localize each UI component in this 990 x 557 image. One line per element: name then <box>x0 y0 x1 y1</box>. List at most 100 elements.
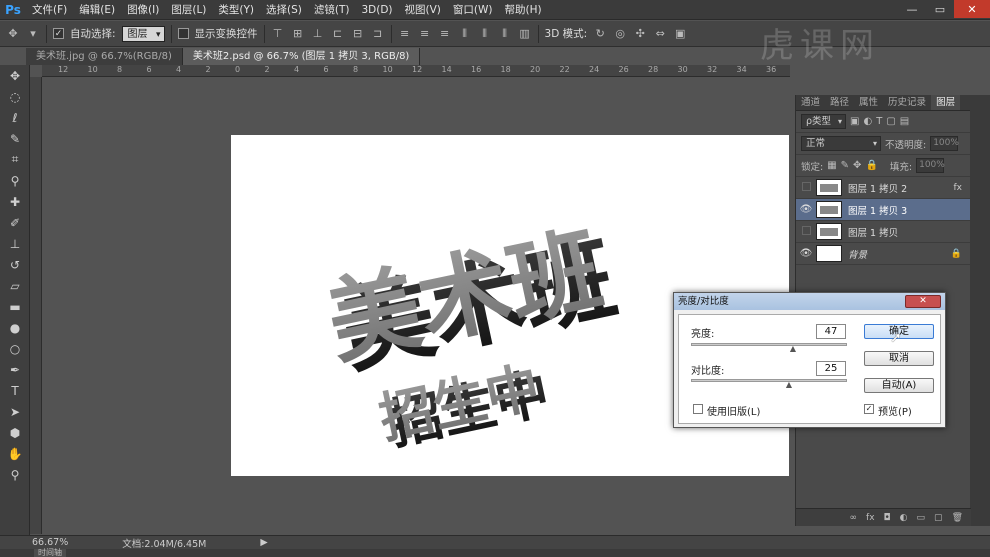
brightness-slider-thumb[interactable]: ▲ <box>789 345 797 353</box>
fx-icon[interactable]: fx <box>954 183 963 193</box>
distribute-vcenter-icon[interactable]: ≡ <box>418 27 432 41</box>
align-vcenter-icon[interactable]: ⊞ <box>291 27 305 41</box>
link-layers-icon[interactable]: ∞ <box>850 513 858 523</box>
auto-align-icon[interactable]: ▥ <box>518 27 532 41</box>
3d-drag-icon[interactable]: ✣ <box>633 27 647 41</box>
tab-jpg[interactable]: 美术班.jpg @ 66.7%(RGB/8) <box>26 48 183 65</box>
doc-info[interactable]: 文档:2.04M/6.45M <box>122 536 206 550</box>
menu-item[interactable]: 文件(F) <box>26 0 73 20</box>
layer-row[interactable]: 👁 背景 🔒 <box>796 243 970 265</box>
brightness-slider-track[interactable] <box>691 343 847 346</box>
align-hcenter-icon[interactable]: ⊟ <box>351 27 365 41</box>
lock-pixels-icon[interactable]: ✎ <box>841 160 849 171</box>
layer-style-icon[interactable]: fx <box>866 513 875 523</box>
menu-item[interactable]: 滤镜(T) <box>308 0 356 20</box>
menu-item[interactable]: 视图(V) <box>399 0 447 20</box>
3d-roll-icon[interactable]: ◎ <box>613 27 627 41</box>
brush-tool-icon[interactable]: ✐ <box>0 212 30 233</box>
auto-select-dropdown[interactable]: 图层 <box>121 25 165 43</box>
align-top-icon[interactable]: ⊤ <box>271 27 285 41</box>
filter-shape-icon[interactable]: ▢ <box>886 116 895 127</box>
new-layer-icon[interactable]: ▢ <box>934 513 943 523</box>
lock-all-icon[interactable]: 🔒 <box>865 160 877 171</box>
hand-tool-icon[interactable]: ✋ <box>0 443 30 464</box>
adjustment-layer-icon[interactable]: ◐ <box>900 513 908 523</box>
tab-psd[interactable]: 美术班2.psd @ 66.7% (图层 1 拷贝 3, RGB/8) <box>182 48 421 65</box>
pen-tool-icon[interactable]: ✒ <box>0 359 30 380</box>
distribute-hcenter-icon[interactable]: ⫴ <box>478 27 492 41</box>
lock-transparent-icon[interactable]: ▦ <box>827 160 836 171</box>
zoom-level[interactable]: 66.67% <box>32 537 68 548</box>
dialog-close-button[interactable]: ✕ <box>905 295 941 308</box>
legacy-checkbox[interactable] <box>693 404 703 414</box>
tab-history[interactable]: 历史记录 <box>883 95 931 110</box>
history-brush-icon[interactable]: ↺ <box>0 254 30 275</box>
filter-type-icon[interactable]: T <box>876 116 882 127</box>
show-transform-checkbox[interactable] <box>177 28 189 39</box>
menu-item[interactable]: 3D(D) <box>355 0 398 20</box>
auto-button[interactable]: 自动(A) <box>864 378 934 393</box>
distribute-right-icon[interactable]: ⫴ <box>498 27 512 41</box>
stamp-tool-icon[interactable]: ⊥ <box>0 233 30 254</box>
new-group-icon[interactable]: ▭ <box>917 513 926 523</box>
cancel-button[interactable]: 取消 <box>864 351 934 366</box>
brightness-input[interactable]: 47 <box>816 324 846 339</box>
dodge-tool-icon[interactable]: ○ <box>0 338 30 359</box>
filter-smart-icon[interactable]: ▤ <box>900 116 909 127</box>
eye-icon[interactable]: 👁 <box>796 248 816 259</box>
eraser-tool-icon[interactable]: ▱ <box>0 275 30 296</box>
blur-tool-icon[interactable]: ● <box>0 317 30 338</box>
lock-position-icon[interactable]: ✥ <box>853 160 861 171</box>
filter-pixel-icon[interactable]: ▣ <box>850 116 859 127</box>
delete-layer-icon[interactable]: 🗑 <box>952 513 963 523</box>
visibility-toggle[interactable] <box>796 181 816 194</box>
tab-layers[interactable]: 图层 <box>931 95 961 110</box>
menu-item[interactable]: 帮助(H) <box>499 0 548 20</box>
layer-row[interactable]: 图层 1 拷贝 2 fx <box>796 177 970 199</box>
layer-row[interactable]: 图层 1 拷贝 <box>796 221 970 243</box>
crop-tool-icon[interactable]: ⌗ <box>0 149 30 170</box>
menu-item[interactable]: 窗口(W) <box>447 0 499 20</box>
tab-properties[interactable]: 属性 <box>854 95 883 110</box>
align-bottom-icon[interactable]: ⊥ <box>311 27 325 41</box>
layer-filter-dropdown[interactable]: ρ类型 <box>801 114 847 129</box>
tab-channels[interactable]: 通道 <box>796 95 825 110</box>
move-tool-icon[interactable]: ✥ <box>6 27 20 41</box>
fill-field[interactable]: 100% <box>916 158 945 173</box>
vertical-ruler[interactable] <box>30 77 42 534</box>
add-mask-icon[interactable]: ◘ <box>884 513 891 523</box>
gradient-tool-icon[interactable]: ▬ <box>0 296 30 317</box>
zoom-tool-icon[interactable]: ⚲ <box>0 464 30 485</box>
menu-item[interactable]: 类型(Y) <box>212 0 260 20</box>
auto-select-checkbox[interactable]: ✓ <box>53 28 64 39</box>
dialog-title-bar[interactable]: 亮度/对比度 ✕ <box>674 293 945 310</box>
horizontal-ruler[interactable]: 12 10 8 6 4 2 0 2 4 6 8 10 12 14 16 18 20 22 24 26 28 30 32 34 3… <box>42 65 790 77</box>
align-right-icon[interactable]: ⊐ <box>371 27 385 41</box>
distribute-top-icon[interactable]: ≡ <box>398 27 412 41</box>
path-select-tool-icon[interactable]: ➤ <box>0 401 30 422</box>
visibility-toggle[interactable] <box>796 225 816 238</box>
healing-tool-icon[interactable]: ✚ <box>0 191 30 212</box>
3d-slide-icon[interactable]: ⇔ <box>653 27 667 41</box>
contrast-slider-track[interactable] <box>691 379 847 382</box>
filter-adjust-icon[interactable]: ◐ <box>863 116 872 127</box>
3d-scale-icon[interactable]: ▣ <box>673 27 687 41</box>
menu-item[interactable]: 图像(I) <box>121 0 165 20</box>
close-button[interactable]: ✕ <box>954 0 990 18</box>
preview-checkbox[interactable]: ✓ <box>864 404 874 414</box>
minimize-button[interactable]: — <box>898 0 926 18</box>
3d-rotate-icon[interactable]: ↻ <box>593 27 607 41</box>
type-tool-icon[interactable]: T <box>0 380 30 401</box>
eye-icon[interactable]: 👁 <box>796 204 816 215</box>
shape-tool-icon[interactable]: ⬢ <box>0 422 30 443</box>
contrast-input[interactable]: 25 <box>816 361 846 376</box>
tab-paths[interactable]: 路径 <box>825 95 854 110</box>
quick-select-tool-icon[interactable]: ✎ <box>0 128 30 149</box>
contrast-slider-thumb[interactable]: ▲ <box>785 381 793 389</box>
align-left-icon[interactable]: ⊏ <box>331 27 345 41</box>
move-tool-icon[interactable]: ✥ <box>0 65 30 86</box>
opacity-field[interactable]: 100% <box>930 136 959 151</box>
restore-button[interactable]: ▭ <box>926 0 954 18</box>
status-arrow-icon[interactable]: ▶ <box>260 537 267 548</box>
blend-mode-dropdown[interactable]: 正常 <box>801 136 881 151</box>
